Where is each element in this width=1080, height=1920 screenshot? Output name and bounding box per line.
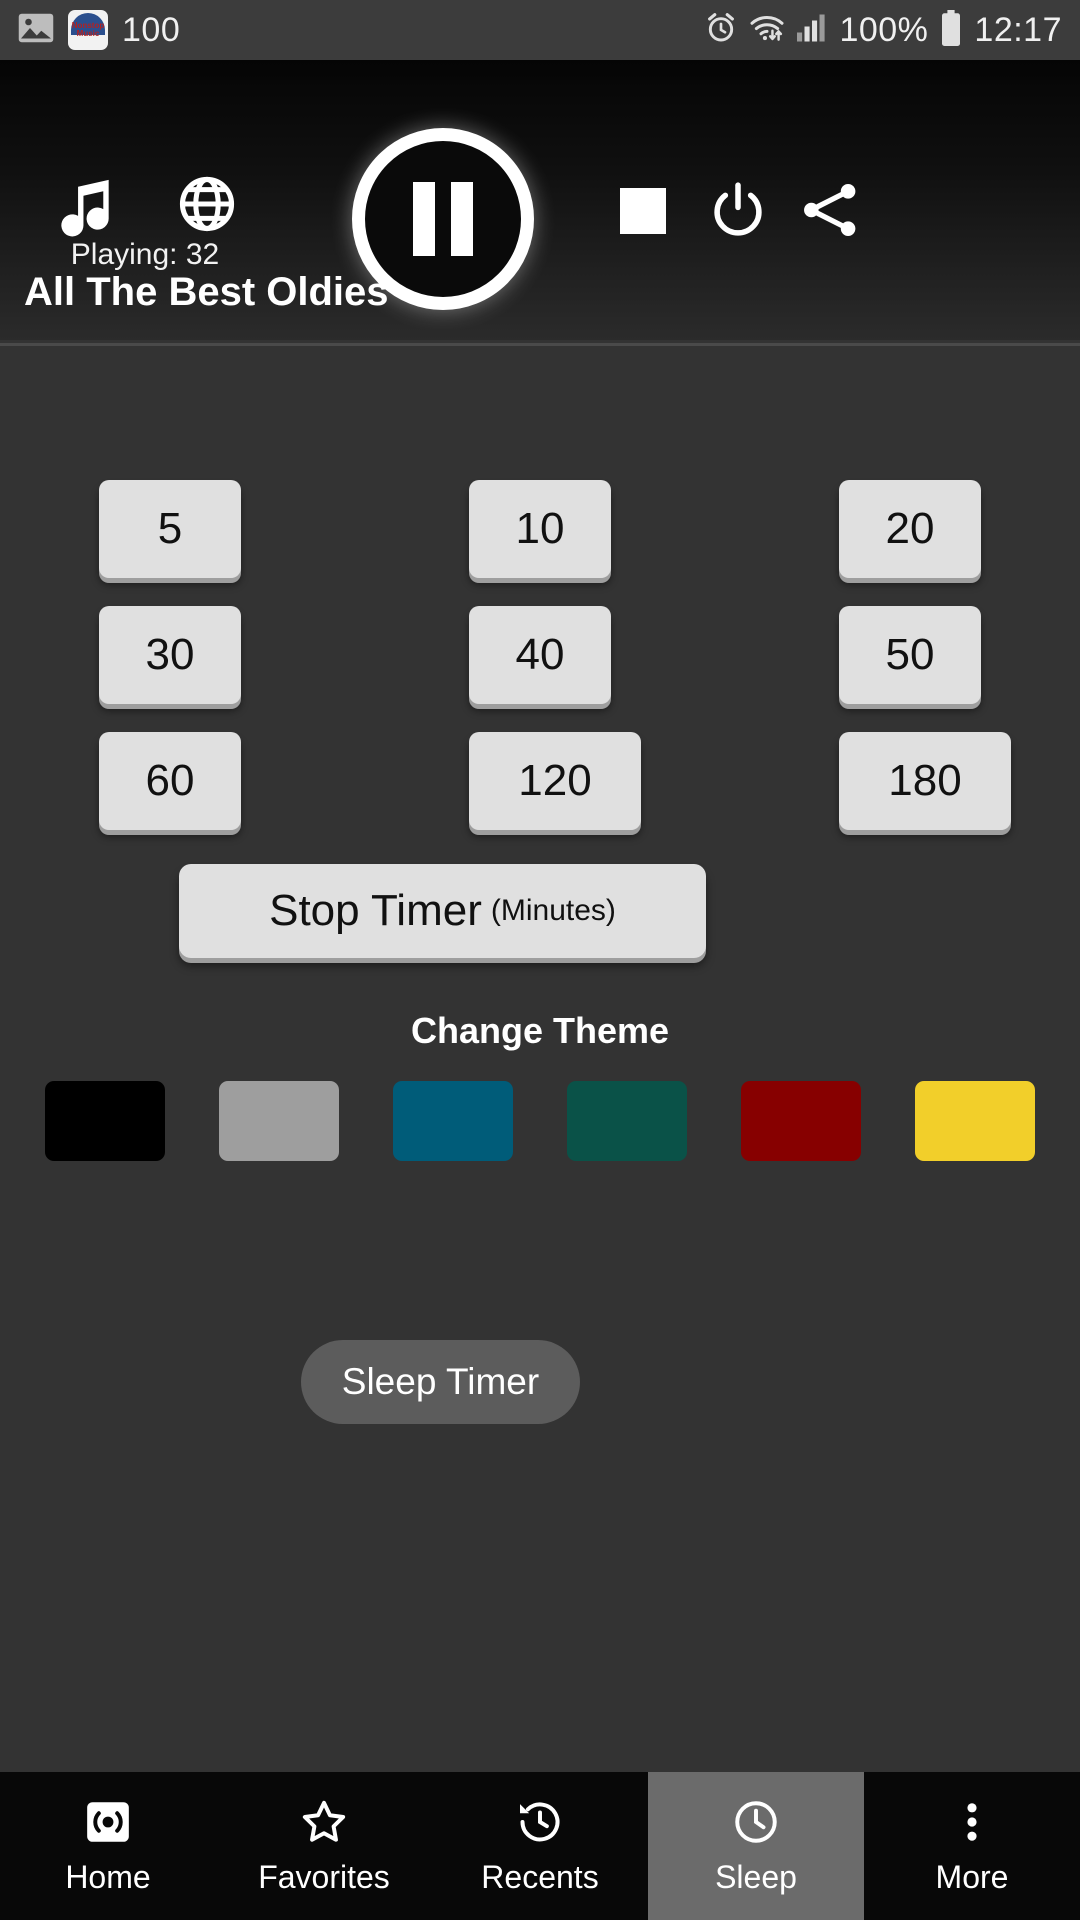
share-icon[interactable] xyxy=(795,175,865,250)
theme-swatch-yellow[interactable] xyxy=(915,1081,1035,1161)
timer-button-40[interactable]: 40 xyxy=(469,606,611,704)
nav-item-recents[interactable]: Recents xyxy=(432,1772,648,1920)
globe-icon[interactable] xyxy=(175,172,239,241)
pause-bar-right xyxy=(451,182,473,256)
stop-timer-label: Stop Timer xyxy=(269,886,482,935)
app-badge-line2: Music xyxy=(76,29,100,38)
sleep-timer-pill[interactable]: Sleep Timer xyxy=(301,1340,580,1424)
timer-button-5[interactable]: 5 xyxy=(99,480,241,578)
status-bar-right: 100% 12:17 xyxy=(705,9,1062,51)
nav-item-sleep[interactable]: Sleep xyxy=(648,1772,864,1920)
timer-button-20[interactable]: 20 xyxy=(839,480,981,578)
nav-label-home: Home xyxy=(65,1858,151,1895)
battery-percent: 100% xyxy=(839,10,929,49)
clock: 12:17 xyxy=(974,10,1062,49)
music-note-icon[interactable] xyxy=(52,170,120,243)
notification-count: 100 xyxy=(122,10,181,49)
timer-grid: 5 10 20 30 40 50 60 120 180 xyxy=(99,480,1011,830)
clock-icon xyxy=(731,1797,781,1847)
timer-button-180[interactable]: 180 xyxy=(839,732,1011,830)
nav-item-favorites[interactable]: Favorites xyxy=(216,1772,432,1920)
timer-button-120[interactable]: 120 xyxy=(469,732,641,830)
power-icon[interactable] xyxy=(705,178,771,249)
nav-label-more: More xyxy=(935,1858,1009,1895)
theme-swatch-gray[interactable] xyxy=(219,1081,339,1161)
theme-swatch-red[interactable] xyxy=(741,1081,861,1161)
theme-swatch-blue[interactable] xyxy=(393,1081,513,1161)
nav-item-home[interactable]: Home xyxy=(0,1772,216,1920)
timer-button-50[interactable]: 50 xyxy=(839,606,981,704)
battery-icon xyxy=(940,9,962,51)
stop-button[interactable] xyxy=(620,188,666,234)
app-screen: Nonstop Music 100 100% 12:17 Playing: 32… xyxy=(0,0,1080,1920)
timer-button-10[interactable]: 10 xyxy=(469,480,611,578)
alarm-icon xyxy=(705,12,737,49)
nav-label-recents: Recents xyxy=(481,1858,599,1895)
pause-bar-left xyxy=(413,182,435,256)
app-icon: Nonstop Music xyxy=(68,10,108,50)
nav-item-more[interactable]: More xyxy=(864,1772,1080,1920)
change-theme-label: Change Theme xyxy=(410,1010,670,1051)
nav-label-sleep: Sleep xyxy=(715,1858,797,1895)
history-icon xyxy=(515,1797,565,1847)
theme-swatch-green[interactable] xyxy=(567,1081,687,1161)
timer-button-60[interactable]: 60 xyxy=(99,732,241,830)
stop-timer-unit: (Minutes) xyxy=(490,894,616,927)
star-icon xyxy=(299,1797,349,1847)
theme-swatch-black[interactable] xyxy=(45,1081,165,1161)
broadcast-icon xyxy=(83,1797,133,1847)
bottom-nav: Home Favorites Recents Sleep More xyxy=(0,1772,1080,1920)
stop-timer-button[interactable]: Stop Timer (Minutes) xyxy=(179,864,706,958)
theme-swatch-list xyxy=(45,1081,1035,1161)
status-bar: Nonstop Music 100 100% 12:17 xyxy=(0,0,1080,60)
image-icon xyxy=(18,13,54,48)
overflow-icon xyxy=(947,1797,997,1847)
station-title: All The Best Oldies xyxy=(24,270,389,314)
status-bar-left: Nonstop Music 100 xyxy=(18,10,180,50)
signal-icon xyxy=(797,14,827,47)
header-divider xyxy=(0,343,1080,346)
timer-button-30[interactable]: 30 xyxy=(99,606,241,704)
wifi-icon xyxy=(749,13,785,48)
nav-label-favorites: Favorites xyxy=(258,1858,390,1895)
playing-status: Playing: 32 xyxy=(70,238,220,271)
